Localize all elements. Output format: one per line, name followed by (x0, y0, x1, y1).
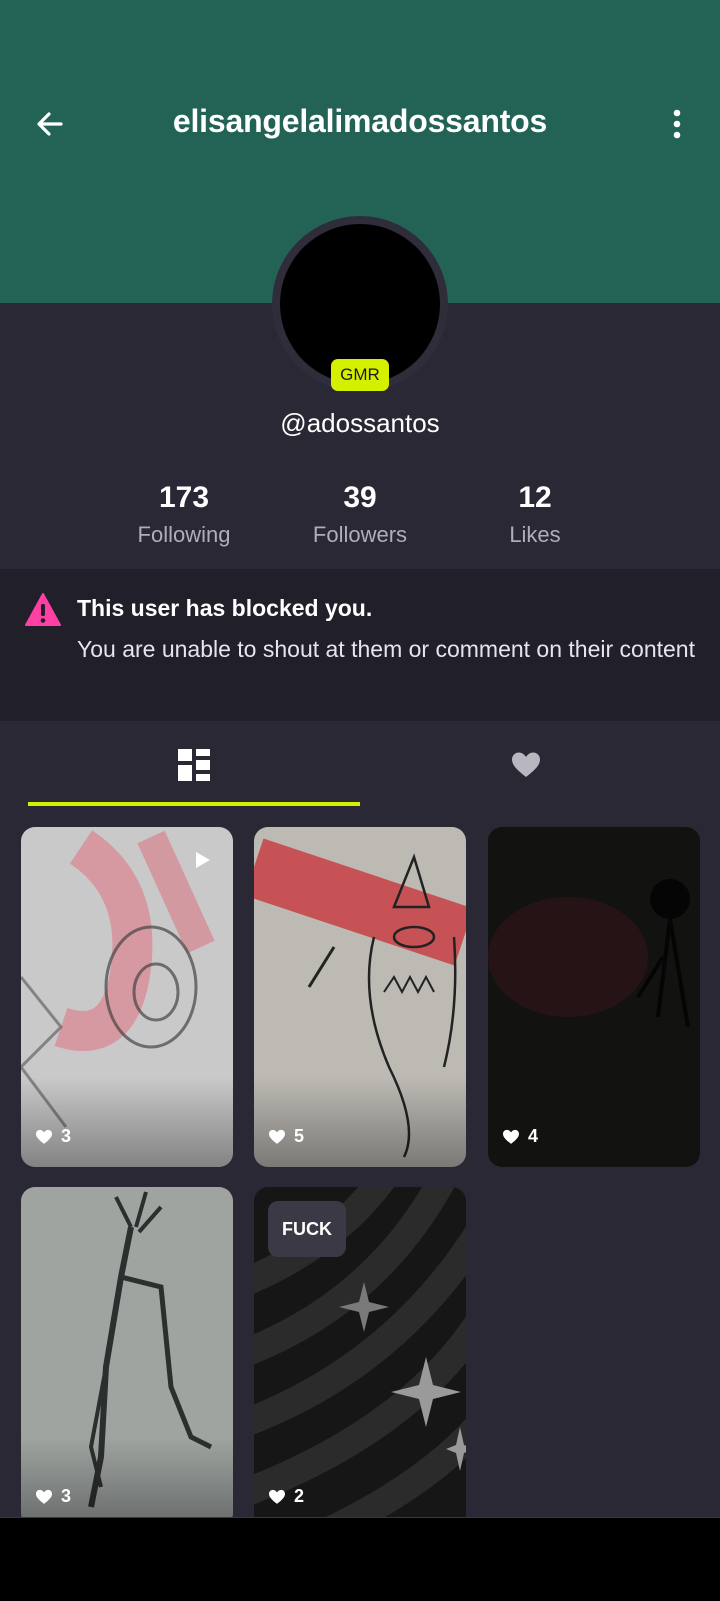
user-handle: @adossantos (280, 408, 440, 438)
stat-following-label: Following (137, 522, 231, 547)
more-vertical-icon (673, 109, 681, 139)
thumbnail-shade (254, 1077, 466, 1167)
warning-icon (25, 593, 61, 626)
stat-following[interactable]: 173 Following (104, 478, 264, 548)
tab-liked[interactable] (360, 724, 692, 806)
grid-icon (178, 749, 210, 781)
post-likes: 4 (502, 1126, 538, 1147)
blocked-notice-description: You are unable to shout at them or comme… (77, 636, 695, 662)
more-options-button[interactable] (662, 104, 692, 144)
back-button[interactable] (30, 104, 70, 144)
stat-likes-label: Likes (509, 522, 561, 547)
stat-following-value: 173 (158, 481, 210, 514)
post-tile[interactable]: 4 (488, 827, 700, 1167)
heart-icon (269, 1489, 285, 1504)
arrow-left-icon (37, 112, 63, 136)
stat-likes[interactable]: 12 Likes (455, 478, 615, 548)
heart-icon (36, 1129, 52, 1144)
heart-icon (503, 1129, 519, 1144)
post-likes: 5 (268, 1126, 304, 1147)
post-like-count: 3 (61, 1126, 72, 1146)
thumbnail-shade (21, 1437, 233, 1527)
stat-followers-label: Followers (312, 522, 408, 547)
bottom-bar (0, 1517, 720, 1601)
blocked-notice-title: This user has blocked you. (77, 595, 373, 621)
post-like-count: 4 (528, 1126, 539, 1146)
post-tile[interactable]: 3 (21, 827, 233, 1167)
page-title: elisangelalimadossantos (172, 103, 548, 139)
post-like-count: 5 (294, 1126, 305, 1146)
post-likes: 3 (35, 1126, 71, 1147)
gmr-badge: GMR (331, 359, 389, 391)
stat-likes-value: 12 (518, 481, 552, 514)
play-icon (196, 852, 210, 868)
stat-followers-value: 39 (343, 481, 377, 514)
active-tab-indicator (28, 802, 360, 806)
post-like-count: 2 (294, 1486, 305, 1506)
post-like-count: 3 (61, 1486, 72, 1506)
post-tile[interactable]: 5 (254, 827, 466, 1167)
post-thumbnail (488, 827, 700, 1167)
thumbnail-shade (21, 1077, 233, 1167)
heart-icon (512, 752, 540, 777)
stat-followers[interactable]: 39 Followers (280, 478, 440, 548)
heart-icon (36, 1489, 52, 1504)
heart-icon (269, 1129, 285, 1144)
tab-posts[interactable] (28, 724, 360, 806)
post-likes: 2 (268, 1486, 304, 1507)
post-tile[interactable]: FUCK 2 (254, 1187, 466, 1527)
post-likes: 3 (35, 1486, 71, 1507)
post-tile[interactable]: 3 (21, 1187, 233, 1527)
post-tag: FUCK (268, 1201, 346, 1257)
